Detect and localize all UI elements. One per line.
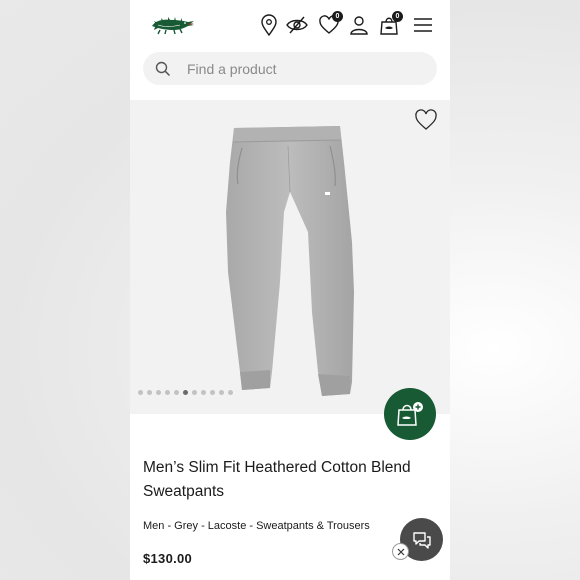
product-title: Men’s Slim Fit Heathered Cotton Blend Sw… [143,459,411,500]
add-to-cart-button[interactable] [384,388,436,440]
crocodile-logo[interactable] [150,12,196,38]
carousel-dot[interactable] [219,390,224,395]
wishlist-count-badge: 0 [332,11,343,22]
close-icon [397,548,404,555]
carousel-dot[interactable] [165,390,170,395]
product-image-carousel[interactable] [130,100,450,414]
carousel-dot[interactable] [174,390,179,395]
chat-bubbles-icon [412,531,431,549]
carousel-dot[interactable] [201,390,206,395]
carousel-dot-active[interactable] [183,390,188,395]
site-header: 0 0 [130,0,450,50]
carousel-dot[interactable] [210,390,215,395]
search-bar[interactable] [143,52,437,85]
mobile-page: 0 0 Find a product Men’s Slim Fit Heathe… [130,0,450,580]
product-breadcrumb: Men - Grey - Lacoste - Sweatpants & Trou… [143,520,370,532]
product-price: $130.00 [143,551,193,566]
carousel-dot[interactable] [192,390,197,395]
carousel-dot[interactable] [156,390,161,395]
accessibility-eye-icon[interactable] [284,12,310,38]
store-locator-icon[interactable] [256,12,282,38]
grey-sweatpants-image [226,126,354,396]
carousel-dot[interactable] [147,390,152,395]
search-input[interactable] [185,59,419,78]
add-to-bag-icon [397,402,423,426]
close-chat-button[interactable] [392,543,409,560]
account-icon[interactable] [346,12,372,38]
wishlist-heart-icon[interactable]: 0 [316,11,343,38]
menu-icon[interactable] [410,12,436,38]
cart-bag-icon[interactable]: 0 [376,11,403,38]
carousel-dot[interactable] [138,390,143,395]
add-to-wishlist-heart-icon[interactable] [414,109,438,131]
cart-count-badge: 0 [392,11,403,22]
carousel-indicators[interactable] [138,390,233,395]
carousel-dot[interactable] [228,390,233,395]
search-icon [155,61,171,76]
